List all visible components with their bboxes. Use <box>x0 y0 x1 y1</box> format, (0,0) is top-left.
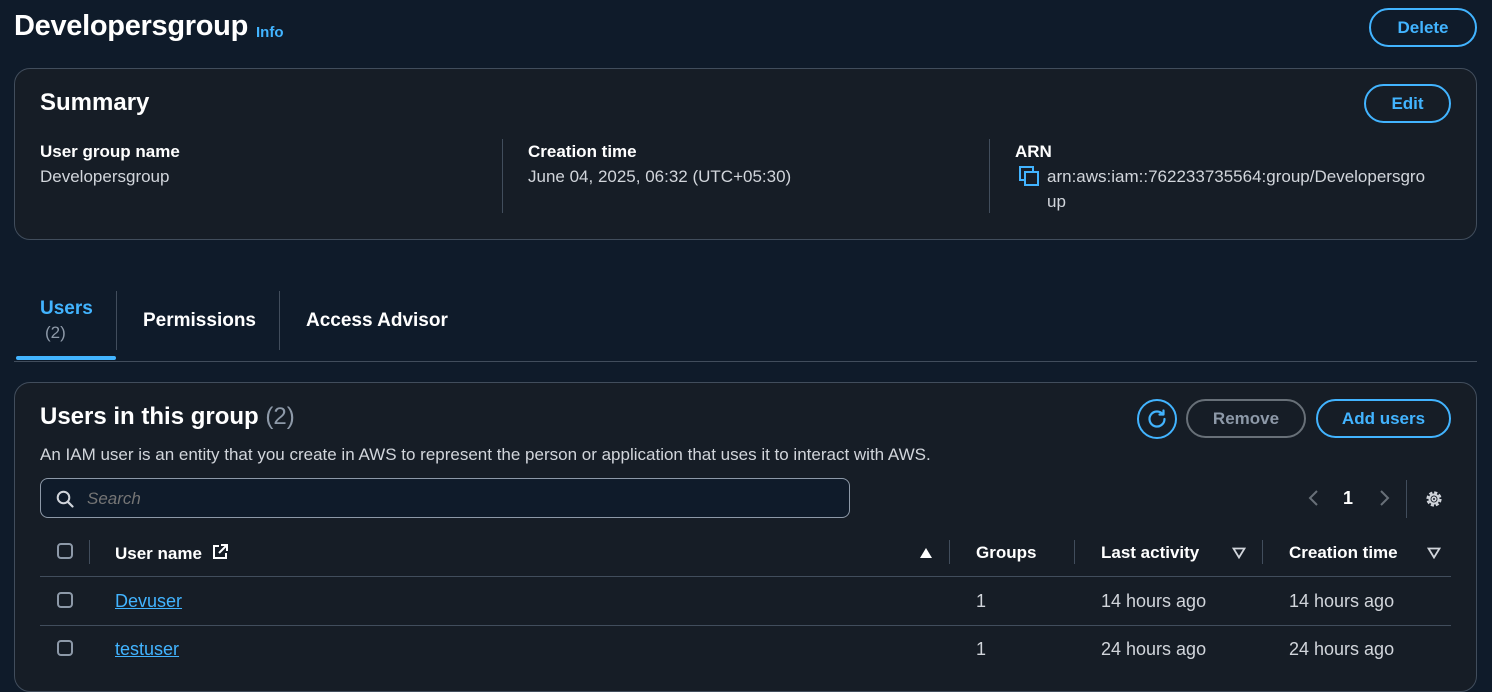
active-tab-indicator <box>16 356 116 360</box>
col-header-user-name-label: User name <box>115 544 202 563</box>
groups-cell: 1 <box>976 639 987 659</box>
group-name-value: Developersgroup <box>40 167 170 186</box>
col-header-user-name[interactable]: User name <box>115 543 229 564</box>
external-link-icon <box>212 544 228 559</box>
col-header-groups[interactable]: Groups <box>976 543 1036 563</box>
group-name-label: User group name <box>40 142 180 161</box>
user-name-link[interactable]: Devuser <box>115 591 182 612</box>
summary-panel <box>14 68 1477 240</box>
refresh-icon <box>1148 409 1166 428</box>
creation-time-cell: 24 hours ago <box>1289 639 1395 659</box>
last-activity-cell: 14 hours ago <box>1101 591 1207 611</box>
arn-label: ARN <box>1015 142 1052 161</box>
edit-button[interactable]: Edit <box>1364 84 1451 123</box>
sort-toggle-icon[interactable] <box>1231 546 1247 564</box>
page-number[interactable]: 1 <box>1343 488 1353 509</box>
pagination-divider <box>1406 480 1407 518</box>
user-name-link[interactable]: testuser <box>115 639 179 660</box>
col-divider-0 <box>89 540 90 564</box>
groups-cell: 1 <box>976 591 987 611</box>
tab-divider-2 <box>279 291 280 350</box>
row-divider <box>40 625 1451 626</box>
col-header-last-activity[interactable]: Last activity <box>1101 543 1199 563</box>
add-users-button[interactable]: Add users <box>1316 399 1451 438</box>
table-header-divider <box>40 576 1451 577</box>
summary-title: Summary <box>40 89 150 116</box>
sort-ascending-icon[interactable] <box>919 546 933 564</box>
users-panel-description: An IAM user is an entity that you create… <box>40 445 931 464</box>
copy-icon[interactable] <box>1019 166 1041 188</box>
settings-gear-icon[interactable] <box>1423 488 1445 510</box>
remove-button-label: Remove <box>1212 408 1280 428</box>
summary-divider-1 <box>502 139 503 213</box>
remove-button[interactable]: Remove <box>1186 399 1306 438</box>
col-divider-1 <box>949 540 950 564</box>
info-link[interactable]: Info <box>256 24 284 41</box>
prev-page-icon[interactable] <box>1306 488 1322 508</box>
row-checkbox[interactable] <box>57 640 73 656</box>
last-activity-cell: 24 hours ago <box>1101 639 1207 659</box>
users-panel-title: Users in this group (2) <box>40 403 295 431</box>
tab-permissions[interactable]: Permissions <box>143 310 256 332</box>
tab-users-count: (2) <box>45 323 66 342</box>
delete-button-label: Delete <box>1397 17 1449 37</box>
next-page-icon[interactable] <box>1376 488 1392 508</box>
creation-time-value: June 04, 2025, 06:32 (UTC+05:30) <box>528 167 792 186</box>
search-box[interactable] <box>40 478 850 518</box>
select-all-checkbox[interactable] <box>57 543 73 559</box>
creation-time-cell: 14 hours ago <box>1289 591 1395 611</box>
refresh-button[interactable] <box>1137 399 1177 439</box>
col-header-creation-time[interactable]: Creation time <box>1289 543 1398 563</box>
sort-toggle-icon[interactable] <box>1426 546 1442 564</box>
row-checkbox[interactable] <box>57 592 73 608</box>
delete-button[interactable]: Delete <box>1369 8 1477 47</box>
tabs-baseline <box>14 361 1477 362</box>
page-title: Developersgroup <box>14 10 248 42</box>
add-users-button-label: Add users <box>1341 408 1426 428</box>
tab-users-label: Users <box>40 298 93 319</box>
tab-access-advisor[interactable]: Access Advisor <box>306 310 448 332</box>
tab-divider-1 <box>116 291 117 350</box>
col-divider-2 <box>1074 540 1075 564</box>
edit-button-label: Edit <box>1391 93 1424 113</box>
arn-value-line2: up <box>1047 192 1066 211</box>
arn-value-line1: arn:aws:iam::762233735564:group/Develope… <box>1047 167 1426 186</box>
search-icon <box>56 490 74 508</box>
users-panel-title-text: Users in this group <box>40 403 259 430</box>
col-divider-3 <box>1262 540 1263 564</box>
tab-users[interactable]: Users <box>40 298 93 320</box>
creation-time-label: Creation time <box>528 142 637 161</box>
users-panel-count: (2) <box>265 403 295 430</box>
search-input[interactable] <box>85 485 829 513</box>
summary-divider-2 <box>989 139 990 213</box>
